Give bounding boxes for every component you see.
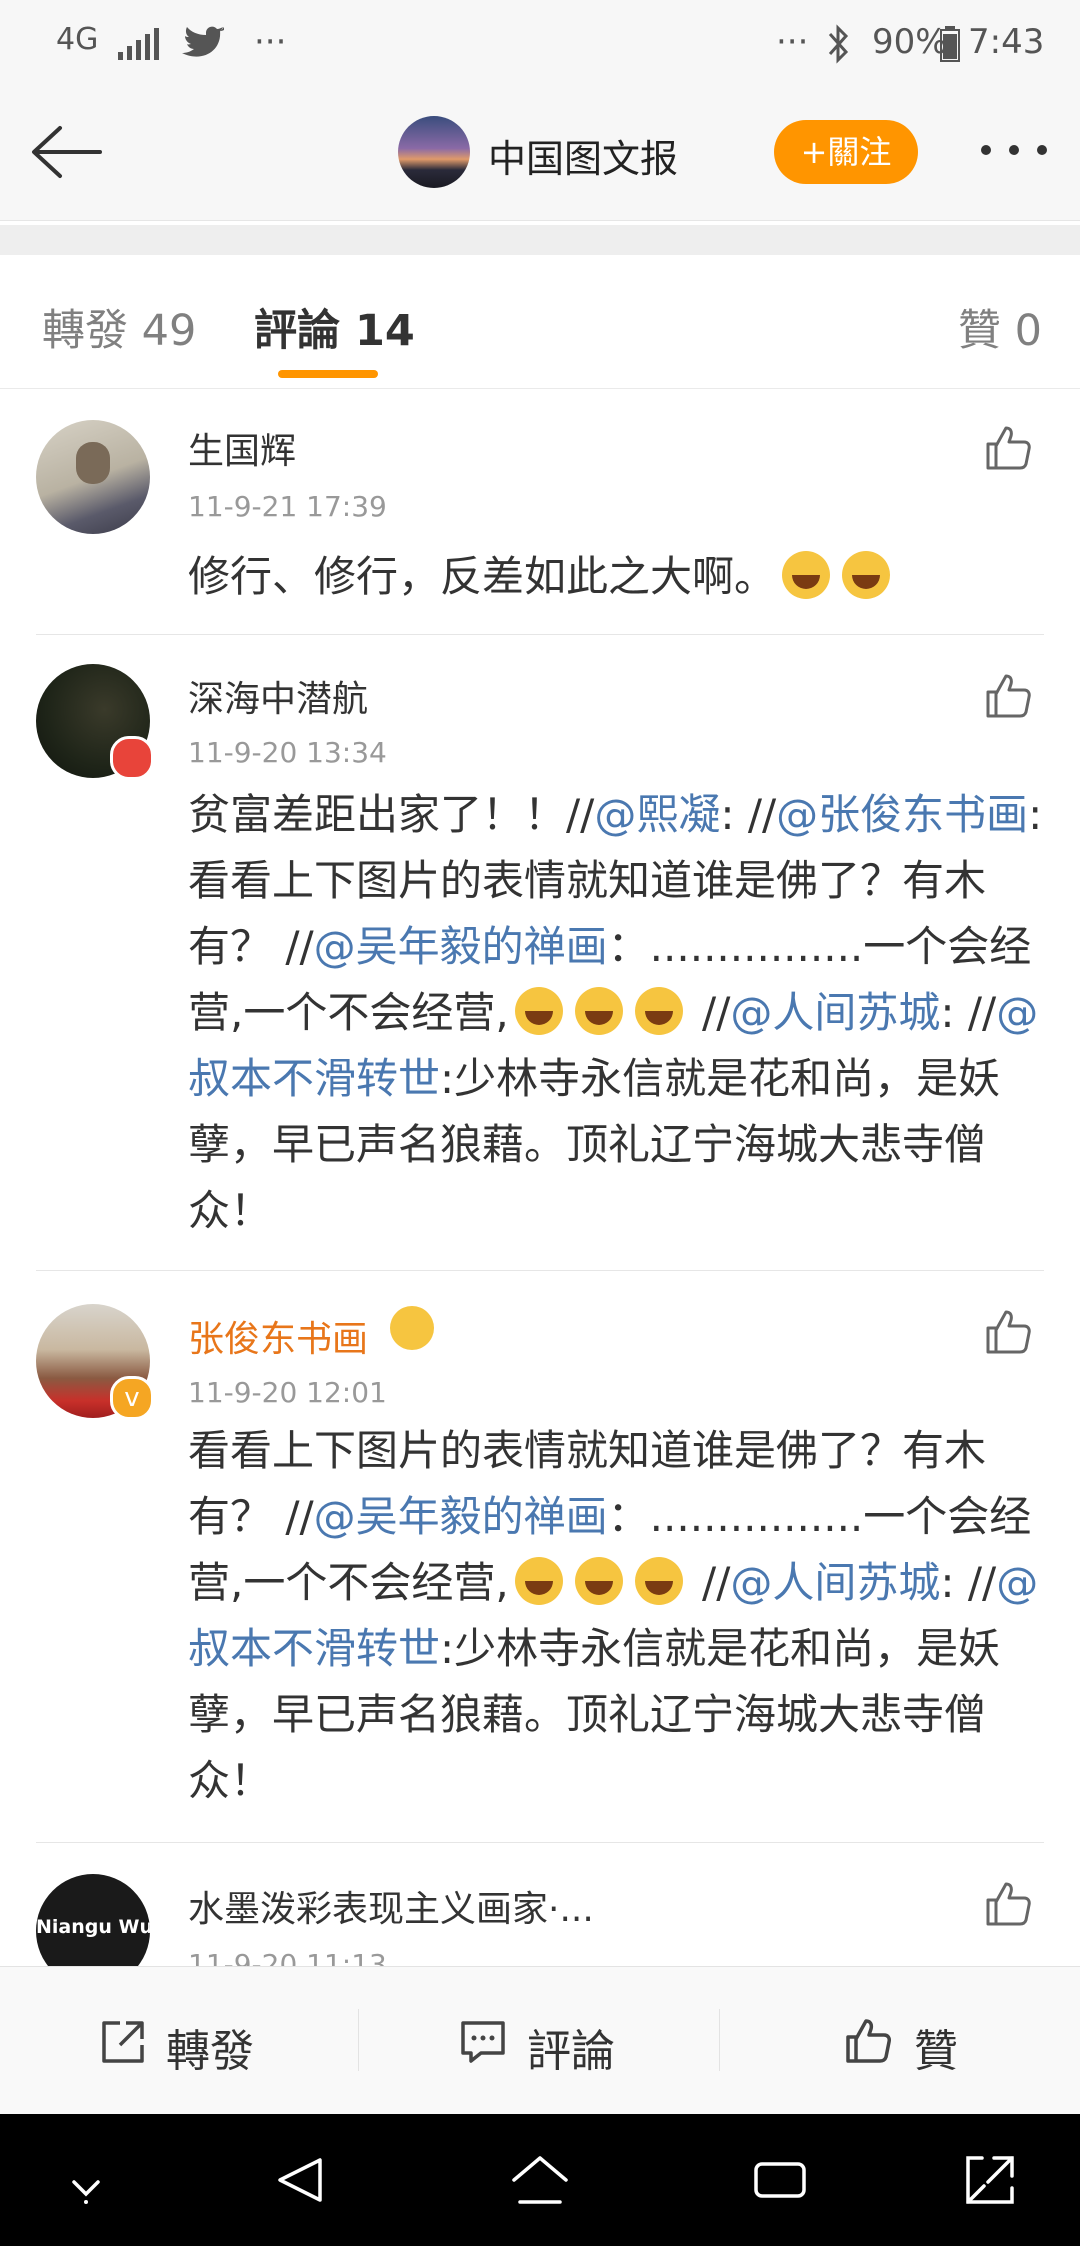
home-icon[interactable] <box>510 2154 570 2206</box>
account-avatar[interactable] <box>398 116 470 188</box>
comment-text: 贫富差距出家了！！//@熙凝: //@张俊东书画:看看上下图片的表情就知道谁是佛… <box>188 790 1043 1235</box>
laugh-emoji-icon <box>574 1557 623 1605</box>
thumbs-up-icon <box>846 2019 891 2063</box>
laugh-emoji-icon <box>514 1557 563 1605</box>
like-icon[interactable] <box>984 1880 1032 1928</box>
battery-level: 90% <box>872 22 948 62</box>
tab-like[interactable]: 贊 0 <box>958 296 1042 358</box>
laugh-emoji-icon <box>634 987 683 1035</box>
comment-text-body: 修行、修行，反差如此之大啊。 <box>188 552 777 601</box>
recent-apps-icon[interactable] <box>752 2154 808 2206</box>
verified-v-badge-icon: v <box>110 1376 154 1420</box>
like-icon[interactable] <box>984 424 1032 472</box>
repost-label: 轉發 <box>166 2026 254 2077</box>
avatar-text: Niangu Wu <box>36 1916 150 1938</box>
account-title[interactable]: 中国图文报 <box>488 128 678 183</box>
comment-icon <box>461 2021 505 2063</box>
laugh-emoji-icon <box>634 1557 683 1605</box>
clock: 7:43 <box>968 22 1045 62</box>
comment-item: 深海中潜航 11-9-20 13:34 贫富差距出家了！！//@熙凝: //@张… <box>0 636 1080 1270</box>
more-options-icon[interactable] <box>978 142 1050 158</box>
network-label: 4G <box>56 22 99 57</box>
comment-item: 生国辉 11-9-21 17:39 修行、修行，反差如此之大啊。 <box>0 388 1080 636</box>
like-label: 贊 <box>914 2026 958 2077</box>
comment-author[interactable]: 生国辉 <box>188 422 296 474</box>
laugh-emoji-icon <box>514 987 563 1035</box>
back-arrow-icon[interactable] <box>28 120 104 184</box>
laugh-emoji-icon <box>574 987 623 1035</box>
expand-icon[interactable] <box>964 2154 1016 2206</box>
mention-link[interactable]: @张俊东书画 <box>776 790 1028 839</box>
top-bar: 中国图文报 +關注 <box>0 90 1080 221</box>
bottom-action-bar: 轉發 評論 贊 <box>0 1966 1080 2115</box>
comment-author[interactable]: 张俊东书画 <box>188 1310 368 1362</box>
like-action[interactable]: 贊 <box>720 1967 1080 2115</box>
comment-text: 修行、修行，反差如此之大啊。 <box>188 544 1043 610</box>
active-tab-indicator <box>278 370 378 378</box>
comment-author[interactable]: 深海中潜航 <box>188 670 368 722</box>
comment-author[interactable]: 水墨泼彩表现主义画家·... <box>188 1880 594 1932</box>
tab-repost[interactable]: 轉發 49 <box>42 296 196 358</box>
comment-time: 11-9-20 11:13 <box>188 1948 387 1966</box>
tab-comment[interactable]: 評論 14 <box>254 296 415 358</box>
mention-link[interactable]: @人间苏城 <box>730 1558 940 1607</box>
comment-item: Niangu Wu 水墨泼彩表现主义画家·... 11-9-20 11:13 <box>0 1844 1080 1966</box>
vip-crown-icon <box>390 1306 434 1350</box>
mention-link[interactable]: @熙凝 <box>594 790 720 839</box>
divider <box>36 1270 1044 1271</box>
divider <box>36 634 1044 635</box>
thinking-emoji-icon <box>782 551 831 599</box>
comment-time: 11-9-20 13:34 <box>188 736 387 769</box>
confused-emoji-icon <box>842 551 891 599</box>
signal-icon <box>118 28 159 60</box>
bluetooth-icon <box>828 24 849 64</box>
like-icon[interactable] <box>984 1308 1032 1356</box>
system-nav-bar <box>0 2114 1080 2246</box>
follow-button[interactable]: +關注 <box>774 120 918 184</box>
back-triangle-icon[interactable] <box>274 2154 326 2206</box>
comment-text: 看看上下图片的表情就知道谁是佛了？有木有？ //@吴年毅的禅画：........… <box>188 1426 1039 1805</box>
mention-link[interactable]: @吴年毅的禅画 <box>314 1492 608 1541</box>
twitter-icon <box>182 26 224 57</box>
mention-link[interactable]: @人间苏城 <box>730 988 940 1037</box>
comment-item: v 张俊东书画 11-9-20 12:01 看看上下图片的表情就知道谁是佛了？有… <box>0 1272 1080 1842</box>
comment-action[interactable]: 評論 <box>359 1967 719 2115</box>
chevron-down-icon[interactable] <box>66 2168 106 2208</box>
battery-icon <box>940 26 960 62</box>
mention-link[interactable]: @吴年毅的禅画 <box>314 922 608 971</box>
comment-time: 11-9-21 17:39 <box>188 490 387 523</box>
repost-action[interactable]: 轉發 <box>0 1967 358 2115</box>
like-icon[interactable] <box>984 672 1032 720</box>
status-bar: 4G ··· ··· 90% 7:43 <box>0 0 1080 90</box>
section-gap <box>0 225 1080 255</box>
status-more-left: ··· <box>254 22 287 62</box>
comment-time: 11-9-20 12:01 <box>188 1376 387 1409</box>
comment-label: 評論 <box>527 2026 615 2077</box>
share-icon <box>102 2021 144 2063</box>
divider <box>36 1842 1044 1843</box>
tab-bar: 轉發 49 評論 14 贊 0 <box>0 256 1080 389</box>
avatar[interactable] <box>36 420 150 534</box>
status-more-right: ··· <box>776 22 809 62</box>
verified-badge-icon <box>110 736 154 780</box>
avatar[interactable]: Niangu Wu <box>36 1874 150 1966</box>
